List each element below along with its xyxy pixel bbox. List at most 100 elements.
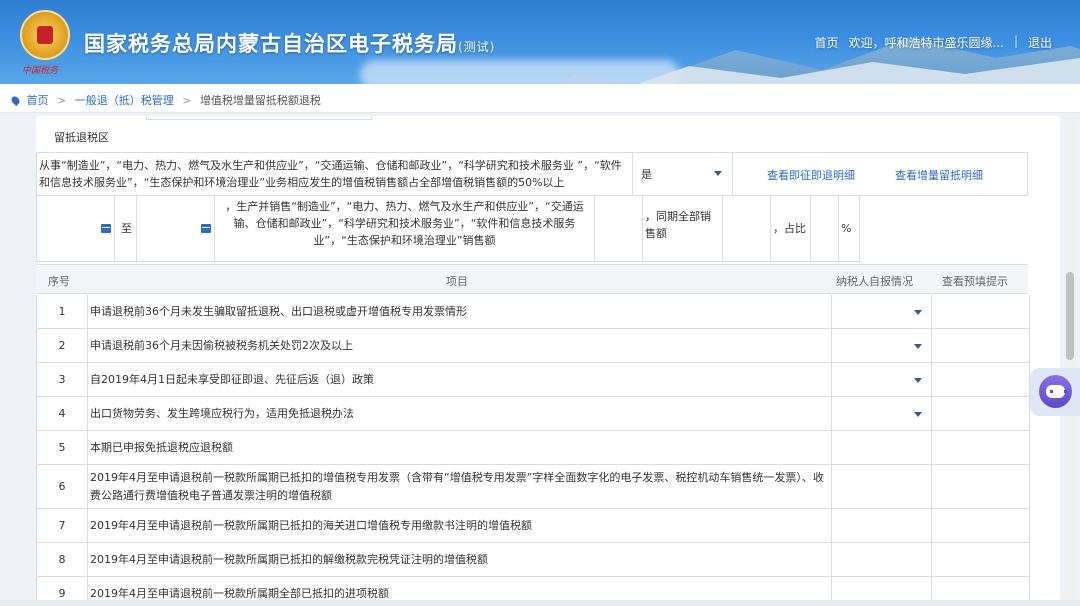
table-row: 4 出口货物劳务、发生跨境应税行为，适用免抵退税办法	[36, 397, 1030, 431]
row-number: 2	[36, 329, 88, 362]
breadcrumb-home[interactable]: 首页	[27, 94, 49, 107]
row-number: 7	[36, 509, 88, 542]
row-item: 2019年4月至申请退税前一税款所属期全部已抵扣的进项税额	[90, 586, 389, 600]
self-report-input[interactable]	[831, 431, 931, 464]
nav-home-link[interactable]: 首页	[814, 34, 838, 51]
prefill-hint-cell[interactable]	[931, 431, 1030, 464]
self-report-input[interactable]	[831, 465, 931, 508]
row-item: 申请退税前36个月未因偷税被税务机关处罚2次及以上	[90, 338, 353, 352]
breadcrumb: 首页 > 一般退（抵）税管理 > 增值税增量留抵税额退税	[0, 84, 1080, 113]
self-report-select[interactable]	[831, 295, 931, 328]
tax-emblem-icon	[20, 10, 70, 60]
row-item: 2019年4月至申请退税前一税款所属期已抵扣的解缴税款完税凭证注明的增值税额	[90, 552, 488, 566]
prefill-hint-cell[interactable]	[931, 577, 1030, 600]
percent-label-cell: %	[839, 196, 859, 261]
calendar-icon[interactable]	[201, 224, 211, 233]
same-period-label-cell: ，同期全部销售额	[643, 196, 723, 261]
same-period-label: ，同期全部销售额	[645, 210, 711, 240]
nav-separator: |	[1013, 34, 1018, 48]
ratio-label: ，占比	[773, 222, 806, 235]
col-self-report-header: 纳税人自报情况	[836, 275, 913, 288]
col-item-header: 项目	[446, 275, 468, 288]
ratio-input[interactable]	[811, 196, 839, 261]
industry-sales-desc: ，生产并销售“制造业”，“电力、热力、燃气及水生产和供应业”，“交通运输、仓储和…	[225, 200, 584, 247]
row-item: 申请退税前36个月未发生骗取留抵退税、出口退税或虚开增值税专用发票情形	[90, 304, 467, 318]
section-title: 留抵退税区	[54, 131, 109, 144]
chevron-down-icon	[914, 377, 922, 383]
row-number: 4	[36, 397, 88, 430]
industry-sales-input[interactable]	[595, 196, 643, 261]
cloud-decoration	[360, 60, 680, 84]
emblem-caption: 中国税务	[22, 66, 59, 76]
chevron-down-icon	[914, 411, 922, 417]
row-item: 出口货物劳务、发生跨境应税行为，适用免抵退税办法	[90, 406, 354, 420]
self-report-select[interactable]	[831, 397, 931, 430]
to-label: 至	[121, 222, 132, 235]
prefill-hint-cell[interactable]	[931, 509, 1030, 542]
prefill-hint-cell[interactable]	[931, 397, 1030, 430]
row-number: 9	[36, 577, 88, 600]
table-header: 序号 项目 纳税人自报情况 查看预填提示	[36, 264, 1028, 294]
robot-assistant-icon	[1039, 375, 1072, 408]
end-date-field[interactable]	[137, 196, 215, 261]
prefill-hint-cell[interactable]	[931, 363, 1030, 396]
breadcrumb-current: 增值税增量留抵税额退税	[199, 94, 321, 107]
row-item: 2019年4月至申请退税前一税款所属期已抵扣的海关进口增值税专用缴款书注明的增值…	[90, 518, 532, 532]
start-date-field[interactable]	[37, 196, 115, 261]
chevron-down-icon	[714, 171, 722, 176]
row-number: 1	[36, 295, 88, 328]
assistant-button[interactable]	[1030, 368, 1080, 416]
nav-welcome-user[interactable]: 欢迎，呼和浩特市盛乐圆缘...	[848, 34, 1003, 51]
row-number: 8	[36, 543, 88, 576]
top-nav: 首页 欢迎，呼和浩特市盛乐圆缘... | 退出	[814, 34, 1052, 51]
industry-condition-text: 从事“制造业”，“电力、热力、燃气及水生产和供应业”，“交通运输、仓储和邮政业”…	[37, 153, 633, 195]
table-row: 6 2019年4月至申请退税前一税款所属期已抵扣的增值税专用发票（含带有“增值税…	[36, 465, 1030, 509]
table-row: 5 本期已申报免抵退税应退税额	[36, 431, 1030, 465]
breadcrumb-arrow: >	[57, 94, 67, 107]
chevron-down-icon	[914, 343, 922, 349]
to-label-cell: 至	[115, 196, 137, 261]
row-item: 2019年4月至申请退税前一税款所属期已抵扣的增值税专用发票（含带有“增值税专用…	[90, 470, 824, 502]
scrollbar-thumb[interactable]	[1066, 272, 1074, 360]
prefill-hint-cell[interactable]	[931, 543, 1030, 576]
self-report-input[interactable]	[831, 509, 931, 542]
table-row: 9 2019年4月至申请退税前一税款所属期全部已抵扣的进项税额	[36, 577, 1030, 600]
table-row: 3 自2019年4月1日起未享受即征即退、先征后返（退）政策	[36, 363, 1030, 397]
table-row: 7 2019年4月至申请退税前一税款所属期已抵扣的海关进口增值税专用缴款书注明的…	[36, 509, 1030, 543]
industry-condition-row: 从事“制造业”，“电力、热力、燃气及水生产和供应业”，“交通运输、仓储和邮政业”…	[36, 152, 1028, 196]
prefill-hint-cell[interactable]	[931, 465, 1030, 508]
nav-logout-link[interactable]: 退出	[1028, 34, 1052, 51]
breadcrumb-arrow: >	[182, 94, 192, 107]
prefill-hint-cell[interactable]	[931, 329, 1030, 362]
view-increment-detail-link[interactable]: 查看增量留抵明细	[895, 167, 983, 183]
col-num-header: 序号	[48, 275, 70, 288]
row-number: 6	[36, 465, 88, 508]
table-row: 8 2019年4月至申请退税前一税款所属期已抵扣的解缴税款完税凭证注明的增值税额	[36, 543, 1030, 577]
bottom-bar	[0, 600, 1080, 606]
ratio-label-cell: ，占比	[771, 196, 811, 261]
main-panel: 留抵退税区 从事“制造业”，“电力、热力、燃气及水生产和供应业”，“交通运输、仓…	[36, 116, 1060, 600]
row-number: 5	[36, 431, 88, 464]
percent-label: %	[841, 222, 852, 235]
industry-condition-select[interactable]: 是	[633, 153, 733, 195]
self-report-select[interactable]	[831, 329, 931, 362]
site-title-suffix: (测试)	[458, 40, 496, 54]
chevron-down-icon	[914, 309, 922, 315]
table-row: 2 申请退税前36个月未因偷税被税务机关处罚2次及以上	[36, 329, 1030, 363]
table-row: 1 申请退税前36个月未发生骗取留抵退税、出口退税或虚开增值税专用发票情形	[36, 295, 1030, 329]
partial-input-box	[146, 116, 372, 120]
self-report-select[interactable]	[831, 363, 931, 396]
industry-condition-select-value: 是	[641, 168, 652, 181]
self-report-input[interactable]	[831, 543, 931, 576]
prefill-hint-cell[interactable]	[931, 295, 1030, 328]
calendar-icon[interactable]	[101, 224, 111, 233]
self-report-input[interactable]	[831, 577, 931, 600]
view-refund-detail-link[interactable]: 查看即征即退明细	[767, 167, 855, 183]
breadcrumb-refund-management[interactable]: 一般退（抵）税管理	[75, 94, 174, 107]
period-sales-row: 至 ，生产并销售“制造业”，“电力、热力、燃气及水生产和供应业”，“交通运输、仓…	[36, 196, 860, 262]
row-number: 3	[36, 363, 88, 396]
site-header: 中国税务 国家税务总局内蒙古自治区电子税务局(测试) 首页 欢迎，呼和浩特市盛乐…	[0, 0, 1080, 84]
total-sales-input[interactable]	[723, 196, 771, 261]
location-pin-icon	[9, 94, 22, 107]
col-hint-header: 查看预填提示	[942, 275, 1008, 288]
